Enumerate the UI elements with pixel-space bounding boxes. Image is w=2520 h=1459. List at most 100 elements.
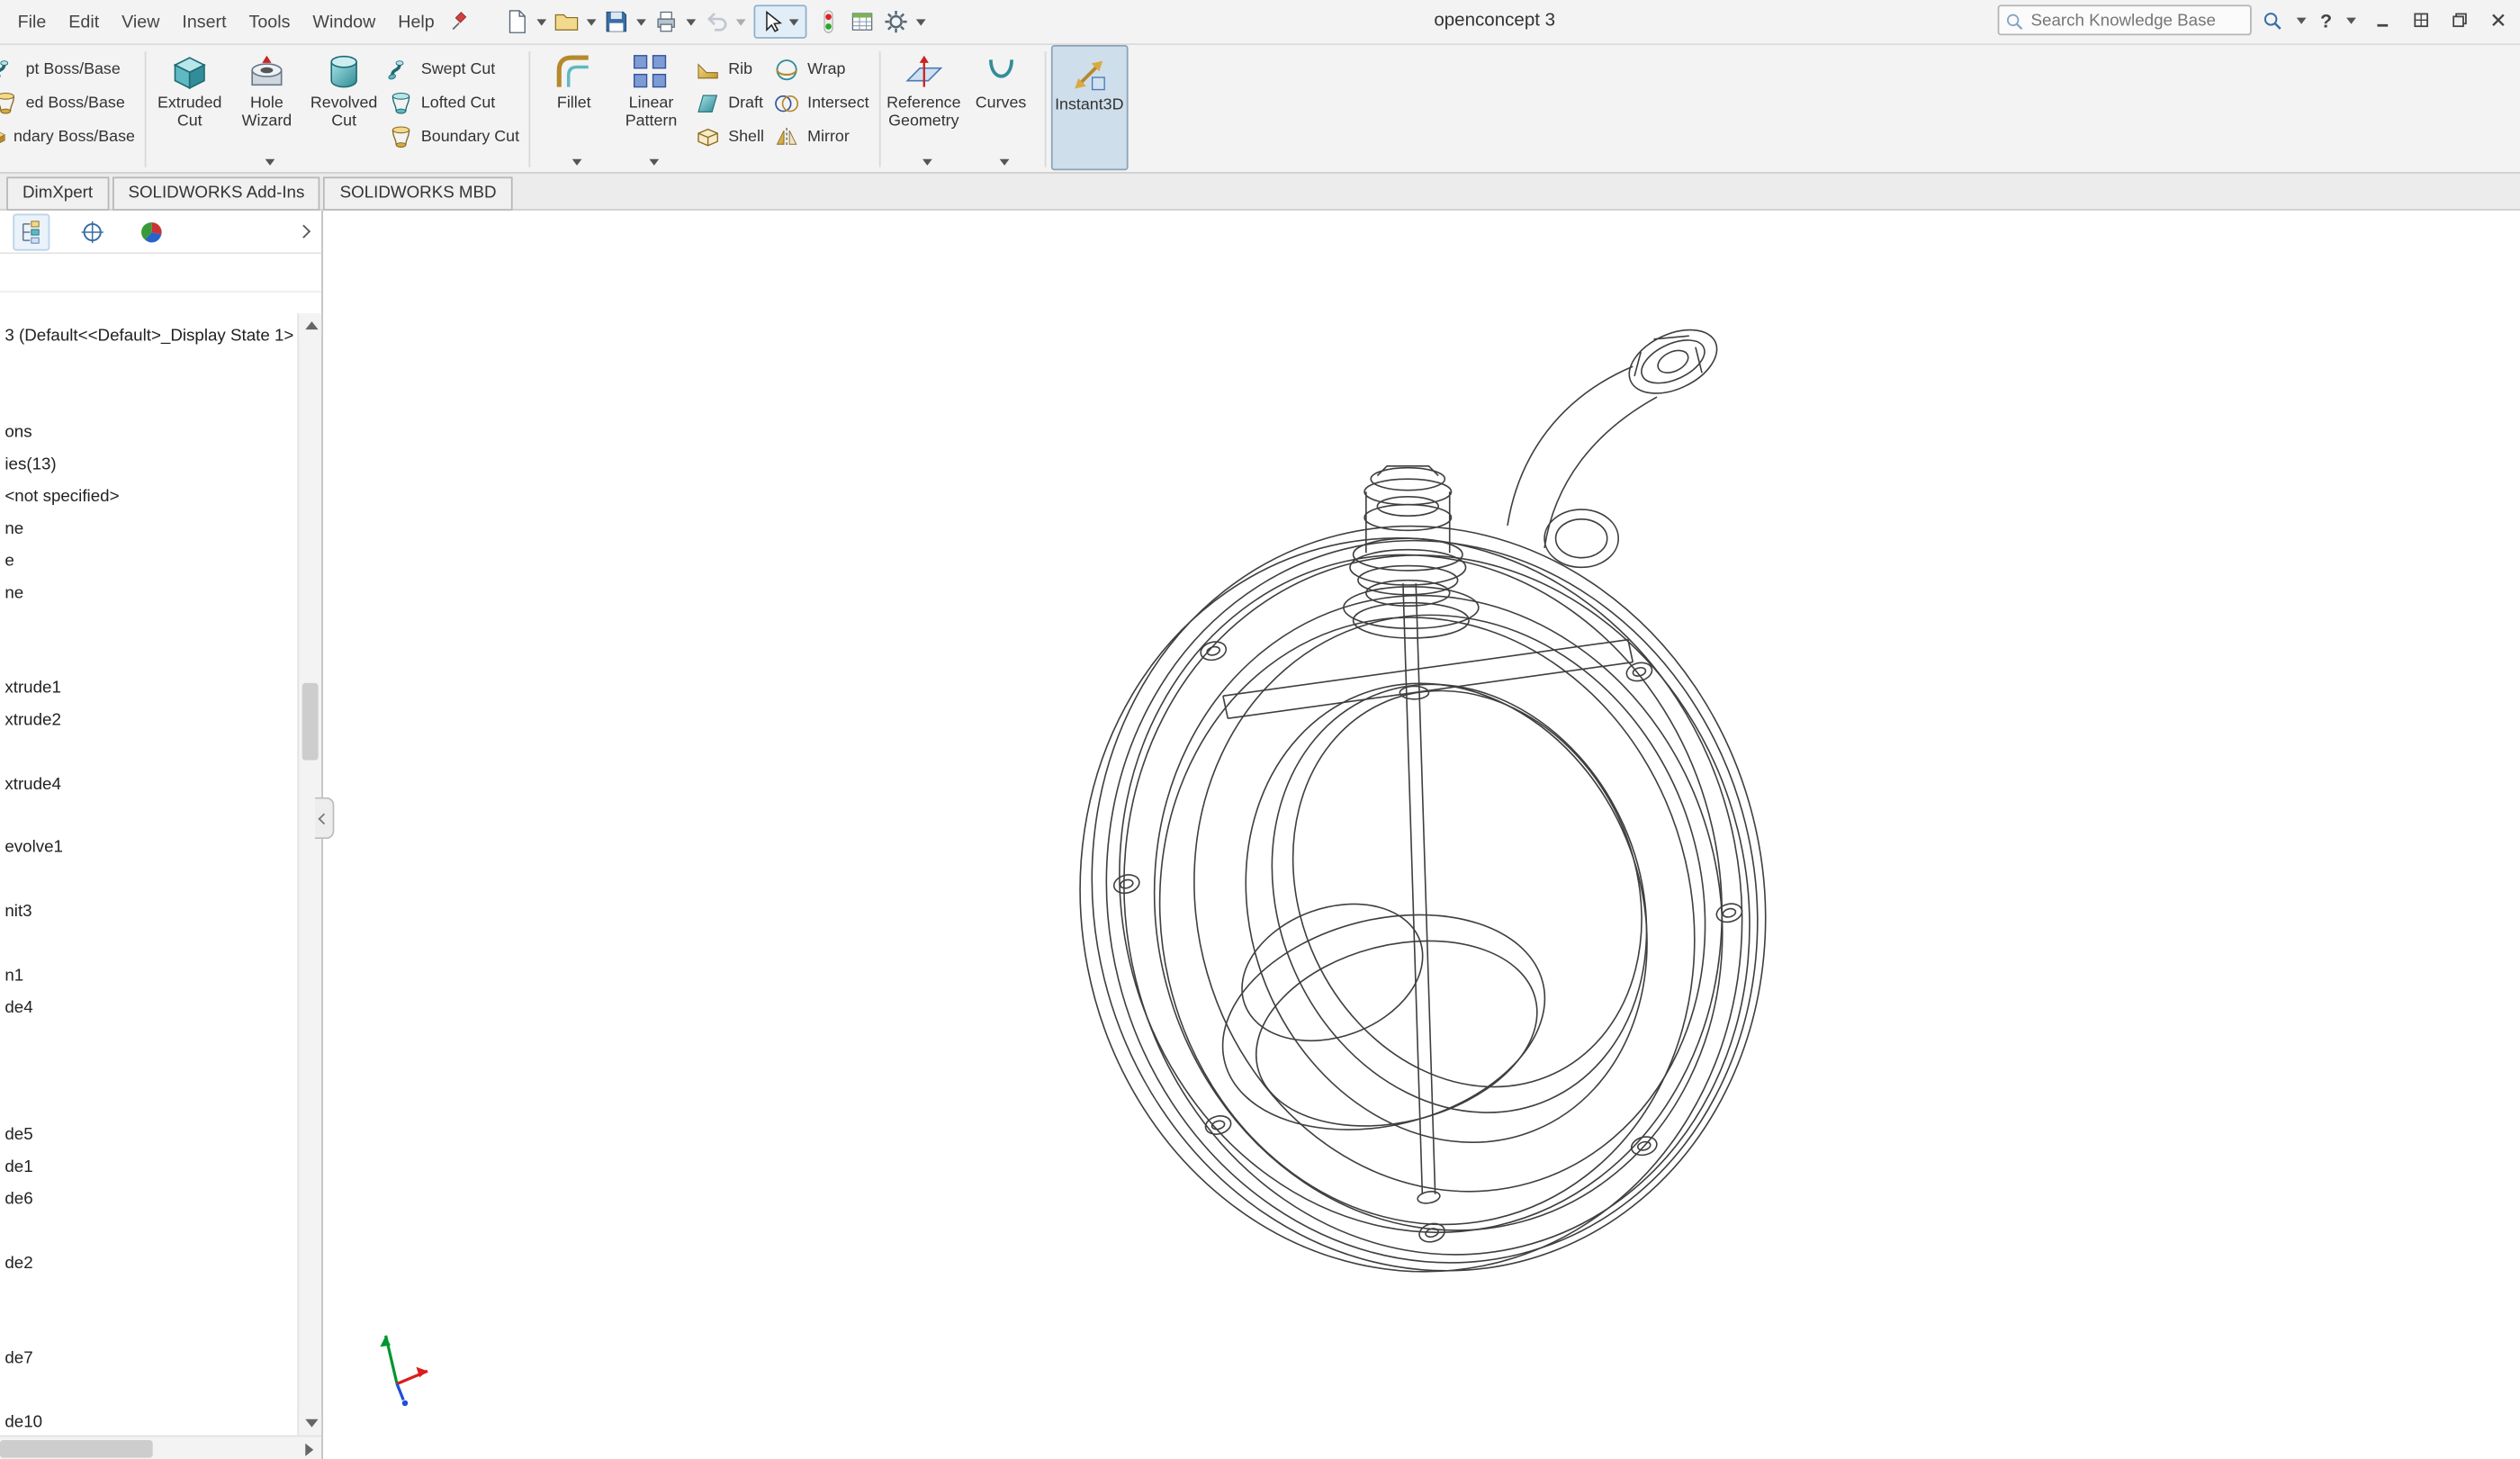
- tab-solidworks-mbd[interactable]: SOLIDWORKS MBD: [324, 176, 513, 210]
- fillet-caret[interactable]: [572, 159, 582, 166]
- knowledge-search[interactable]: [1997, 5, 2251, 35]
- menu-view[interactable]: View: [111, 7, 171, 36]
- configuration-manager-tab[interactable]: [135, 214, 168, 248]
- tree-item[interactable]: de5: [4, 1125, 32, 1149]
- scroll-down-icon[interactable]: [299, 1411, 323, 1436]
- menu-tools[interactable]: Tools: [238, 7, 302, 36]
- tree-item[interactable]: de6: [4, 1189, 32, 1213]
- shell-button[interactable]: Shell: [695, 122, 764, 151]
- tree-item[interactable]: de2: [4, 1254, 32, 1278]
- vertical-scroll-thumb[interactable]: [302, 683, 319, 761]
- select-caret[interactable]: [789, 19, 799, 25]
- save-icon[interactable]: [601, 5, 632, 38]
- new-document-caret[interactable]: [537, 19, 547, 25]
- panel-tabs-overflow-icon[interactable]: [297, 225, 310, 239]
- search-caret[interactable]: [2296, 17, 2306, 23]
- save-caret[interactable]: [637, 19, 647, 25]
- tree-item[interactable]: nit3: [4, 902, 32, 926]
- lofted-boss-base-button[interactable]: ed Boss/Base: [4, 88, 135, 117]
- menu-insert[interactable]: Insert: [171, 7, 238, 36]
- menu-window[interactable]: Window: [302, 7, 387, 36]
- options-caret[interactable]: [916, 19, 926, 25]
- knowledge-search-input[interactable]: [1999, 6, 2250, 33]
- tree-item[interactable]: ons: [4, 423, 32, 447]
- tree-item[interactable]: xtrude1: [4, 679, 61, 703]
- tree-item[interactable]: ne: [4, 519, 23, 544]
- curves-button[interactable]: Curves: [962, 45, 1040, 170]
- search-icon[interactable]: [2259, 5, 2285, 34]
- tree-item[interactable]: xtrude2: [4, 710, 61, 734]
- menu-help[interactable]: Help: [387, 7, 446, 36]
- model-viewport[interactable]: [323, 211, 2520, 1459]
- property-manager-tab[interactable]: [76, 214, 109, 248]
- curves-caret[interactable]: [999, 159, 1009, 166]
- tree-vertical-scrollbar[interactable]: [297, 313, 321, 1435]
- rib-button[interactable]: Rib: [695, 55, 764, 84]
- swept-cut-button[interactable]: Swept Cut: [387, 55, 519, 84]
- feature-tree-tab[interactable]: [13, 213, 50, 250]
- menu-file[interactable]: File: [6, 7, 58, 36]
- tree-item[interactable]: e: [4, 551, 14, 575]
- help-button[interactable]: ?: [2316, 9, 2337, 32]
- tree-item[interactable]: evolve1: [4, 837, 63, 861]
- graphics-area[interactable]: [323, 211, 2520, 1459]
- extruded-cut-button[interactable]: Extruded Cut: [151, 45, 229, 170]
- tree-item[interactable]: ne: [4, 583, 23, 608]
- print-icon[interactable]: [652, 5, 682, 38]
- lofted-cut-icon: [387, 89, 414, 116]
- lofted-cut-button[interactable]: Lofted Cut: [387, 88, 519, 117]
- tree-item[interactable]: de1: [4, 1157, 32, 1182]
- wrap-button[interactable]: Wrap: [774, 55, 869, 84]
- tree-item[interactable]: de4: [4, 998, 32, 1022]
- reference-geometry-label: Reference Geometry: [886, 95, 963, 131]
- tree-item[interactable]: <not specified>: [4, 487, 119, 511]
- tab-dimxpert[interactable]: DimXpert: [6, 176, 109, 210]
- boundary-cut-icon: [387, 123, 414, 150]
- panel-collapse-handle[interactable]: [315, 797, 334, 839]
- tree-horizontal-scrollbar[interactable]: [0, 1436, 321, 1459]
- swept-boss-base-button[interactable]: pt Boss/Base: [4, 55, 135, 84]
- menu-edit[interactable]: Edit: [58, 7, 111, 36]
- mirror-button[interactable]: Mirror: [774, 122, 869, 151]
- intersect-button[interactable]: Intersect: [774, 88, 869, 117]
- instant3d-button[interactable]: Instant3D: [1050, 45, 1128, 170]
- scroll-right-icon[interactable]: [297, 1436, 321, 1459]
- status-indicator-icon[interactable]: [814, 5, 844, 38]
- linear-pattern-button[interactable]: Linear Pattern: [613, 45, 690, 170]
- print-caret[interactable]: [687, 19, 697, 25]
- horizontal-scroll-thumb[interactable]: [0, 1440, 153, 1458]
- fillet-button[interactable]: Fillet: [536, 45, 613, 170]
- window-arrange-icon[interactable]: [2404, 5, 2436, 34]
- hole-wizard-button[interactable]: Hole Wizard: [229, 45, 306, 170]
- tree-item[interactable]: xtrude4: [4, 775, 61, 799]
- boundary-cut-button[interactable]: Boundary Cut: [387, 122, 519, 151]
- wireframe-model[interactable]: [1013, 317, 1843, 1342]
- open-icon[interactable]: [552, 5, 582, 38]
- new-document-icon[interactable]: [502, 5, 533, 38]
- pin-menu-icon[interactable]: [447, 7, 473, 36]
- select-tool[interactable]: [754, 5, 807, 38]
- tree-item[interactable]: ies(13): [4, 455, 56, 479]
- draft-button[interactable]: Draft: [695, 88, 764, 117]
- revolved-cut-button[interactable]: Revolved Cut: [305, 45, 382, 170]
- tree-item[interactable]: de7: [4, 1348, 32, 1373]
- tab-solidworks-addins[interactable]: SOLIDWORKS Add-Ins: [112, 176, 321, 210]
- reference-geometry-button[interactable]: Reference Geometry: [886, 45, 963, 170]
- tree-item[interactable]: n1: [4, 966, 23, 990]
- tree-root-item[interactable]: 3 (Default<<Default>_Display State 1>: [4, 326, 293, 350]
- open-caret[interactable]: [587, 19, 597, 25]
- minimize-button[interactable]: [2366, 5, 2398, 34]
- hole-wizard-caret[interactable]: [266, 159, 275, 166]
- design-table-icon[interactable]: [848, 5, 878, 38]
- undo-caret[interactable]: [736, 19, 746, 25]
- linear-pattern-caret[interactable]: [650, 159, 660, 166]
- scroll-up-icon[interactable]: [299, 313, 323, 338]
- undo-icon[interactable]: [701, 5, 732, 38]
- help-caret[interactable]: [2346, 17, 2356, 23]
- restore-button[interactable]: [2443, 5, 2475, 34]
- options-gear-icon[interactable]: [881, 5, 912, 38]
- reference-geometry-caret[interactable]: [922, 159, 932, 166]
- tree-item[interactable]: de10: [4, 1413, 42, 1437]
- close-button[interactable]: [2481, 5, 2514, 34]
- boundary-boss-base-button[interactable]: ndary Boss/Base: [4, 122, 135, 151]
